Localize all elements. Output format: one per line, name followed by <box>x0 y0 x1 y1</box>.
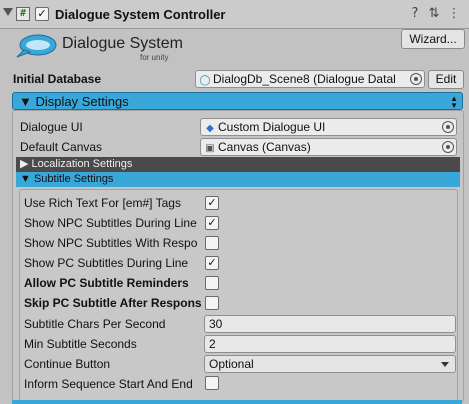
default-canvas-label: Default Canvas <box>20 140 103 154</box>
skip-pc-subtitle-after-response-checkbox[interactable] <box>205 296 219 310</box>
settings-icon[interactable]: ⇅ <box>426 6 442 22</box>
initial-database-label: Initial Database <box>13 72 102 86</box>
prefab-cube-icon: ◆ <box>206 123 214 134</box>
wizard-button[interactable]: Wizard... <box>401 29 465 49</box>
allow-pc-subtitle-reminders-label: Allow PC Subtitle Reminders <box>24 276 189 290</box>
continue-button-dropdown[interactable]: Optional <box>204 355 456 373</box>
object-picker-icon[interactable] <box>442 141 454 153</box>
help-icon[interactable]: ? <box>407 6 423 22</box>
skip-pc-subtitle-after-response-label: Skip PC Subtitle After Respons <box>24 296 202 310</box>
subtitle-settings-foldout[interactable]: ▼ Subtitle Settings <box>16 172 460 187</box>
script-icon: # <box>16 7 30 21</box>
reorder-arrows-icon: ▲ ▼ <box>450 94 458 110</box>
localization-settings-label: ▶ Localization Settings <box>20 158 133 170</box>
dialogue-ui-field[interactable]: ◆ Custom Dialogue UI <box>200 118 457 136</box>
chars-per-second-input[interactable]: 30 <box>204 315 456 333</box>
display-settings-foldout[interactable]: ▼ Display Settings ▲ ▼ <box>12 92 463 110</box>
menu-icon[interactable]: ⋮ <box>446 6 462 22</box>
object-picker-icon[interactable] <box>410 73 422 85</box>
chars-per-second-label: Subtitle Chars Per Second <box>24 317 166 331</box>
initial-database-field[interactable]: ◯ DialogDb_Scene8 (Dialogue Datal <box>195 70 425 88</box>
npc-subtitles-with-response-checkbox[interactable] <box>205 236 219 250</box>
dialogue-ui-label: Dialogue UI <box>20 120 83 134</box>
pc-subtitles-during-line-label: Show PC Subtitles During Line <box>24 256 189 270</box>
inform-sequence-checkbox[interactable] <box>205 376 219 390</box>
display-settings-label: ▼ Display Settings <box>19 94 129 109</box>
continue-button-label: Continue Button <box>24 357 111 371</box>
min-subtitle-seconds-label: Min Subtitle Seconds <box>24 337 137 351</box>
dialogue-system-logo-icon <box>16 34 57 58</box>
allow-pc-subtitle-reminders-checkbox[interactable] <box>205 276 219 290</box>
next-section-bar[interactable] <box>12 400 462 404</box>
foldout-arrow-icon[interactable] <box>3 8 13 16</box>
object-picker-icon[interactable] <box>442 121 454 133</box>
localization-settings-foldout[interactable]: ▶ Localization Settings <box>16 157 460 172</box>
dialogue-ui-value: Custom Dialogue UI <box>218 120 326 134</box>
npc-subtitles-during-line-checkbox[interactable]: ✓ <box>205 216 219 230</box>
canvas-icon: ▣ <box>205 143 215 154</box>
edit-button[interactable]: Edit <box>428 70 464 89</box>
logo-subtitle: for unity <box>140 53 169 62</box>
component-title: Dialogue System Controller <box>55 7 226 22</box>
continue-button-value: Optional <box>209 357 254 371</box>
logo-title: Dialogue System <box>62 35 183 52</box>
rich-text-checkbox[interactable]: ✓ <box>205 196 219 210</box>
default-canvas-field[interactable]: ▣ Canvas (Canvas) <box>200 138 457 156</box>
component-enabled-checkbox[interactable]: ✓ <box>35 7 49 21</box>
dialogue-database-icon: ◯ <box>199 75 211 86</box>
min-subtitle-seconds-input[interactable]: 2 <box>204 335 456 353</box>
initial-database-value: DialogDb_Scene8 (Dialogue Datal <box>213 72 396 86</box>
chevron-down-icon <box>441 362 449 367</box>
npc-subtitles-with-response-label: Show NPC Subtitles With Respo <box>24 236 198 250</box>
pc-subtitles-during-line-checkbox[interactable]: ✓ <box>205 256 219 270</box>
npc-subtitles-during-line-label: Show NPC Subtitles During Line <box>24 216 197 230</box>
subtitle-settings-label: ▼ Subtitle Settings <box>20 173 114 185</box>
rich-text-label: Use Rich Text For [em#] Tags <box>24 196 181 210</box>
default-canvas-value: Canvas (Canvas) <box>218 140 311 154</box>
inform-sequence-label: Inform Sequence Start And End <box>24 377 193 391</box>
